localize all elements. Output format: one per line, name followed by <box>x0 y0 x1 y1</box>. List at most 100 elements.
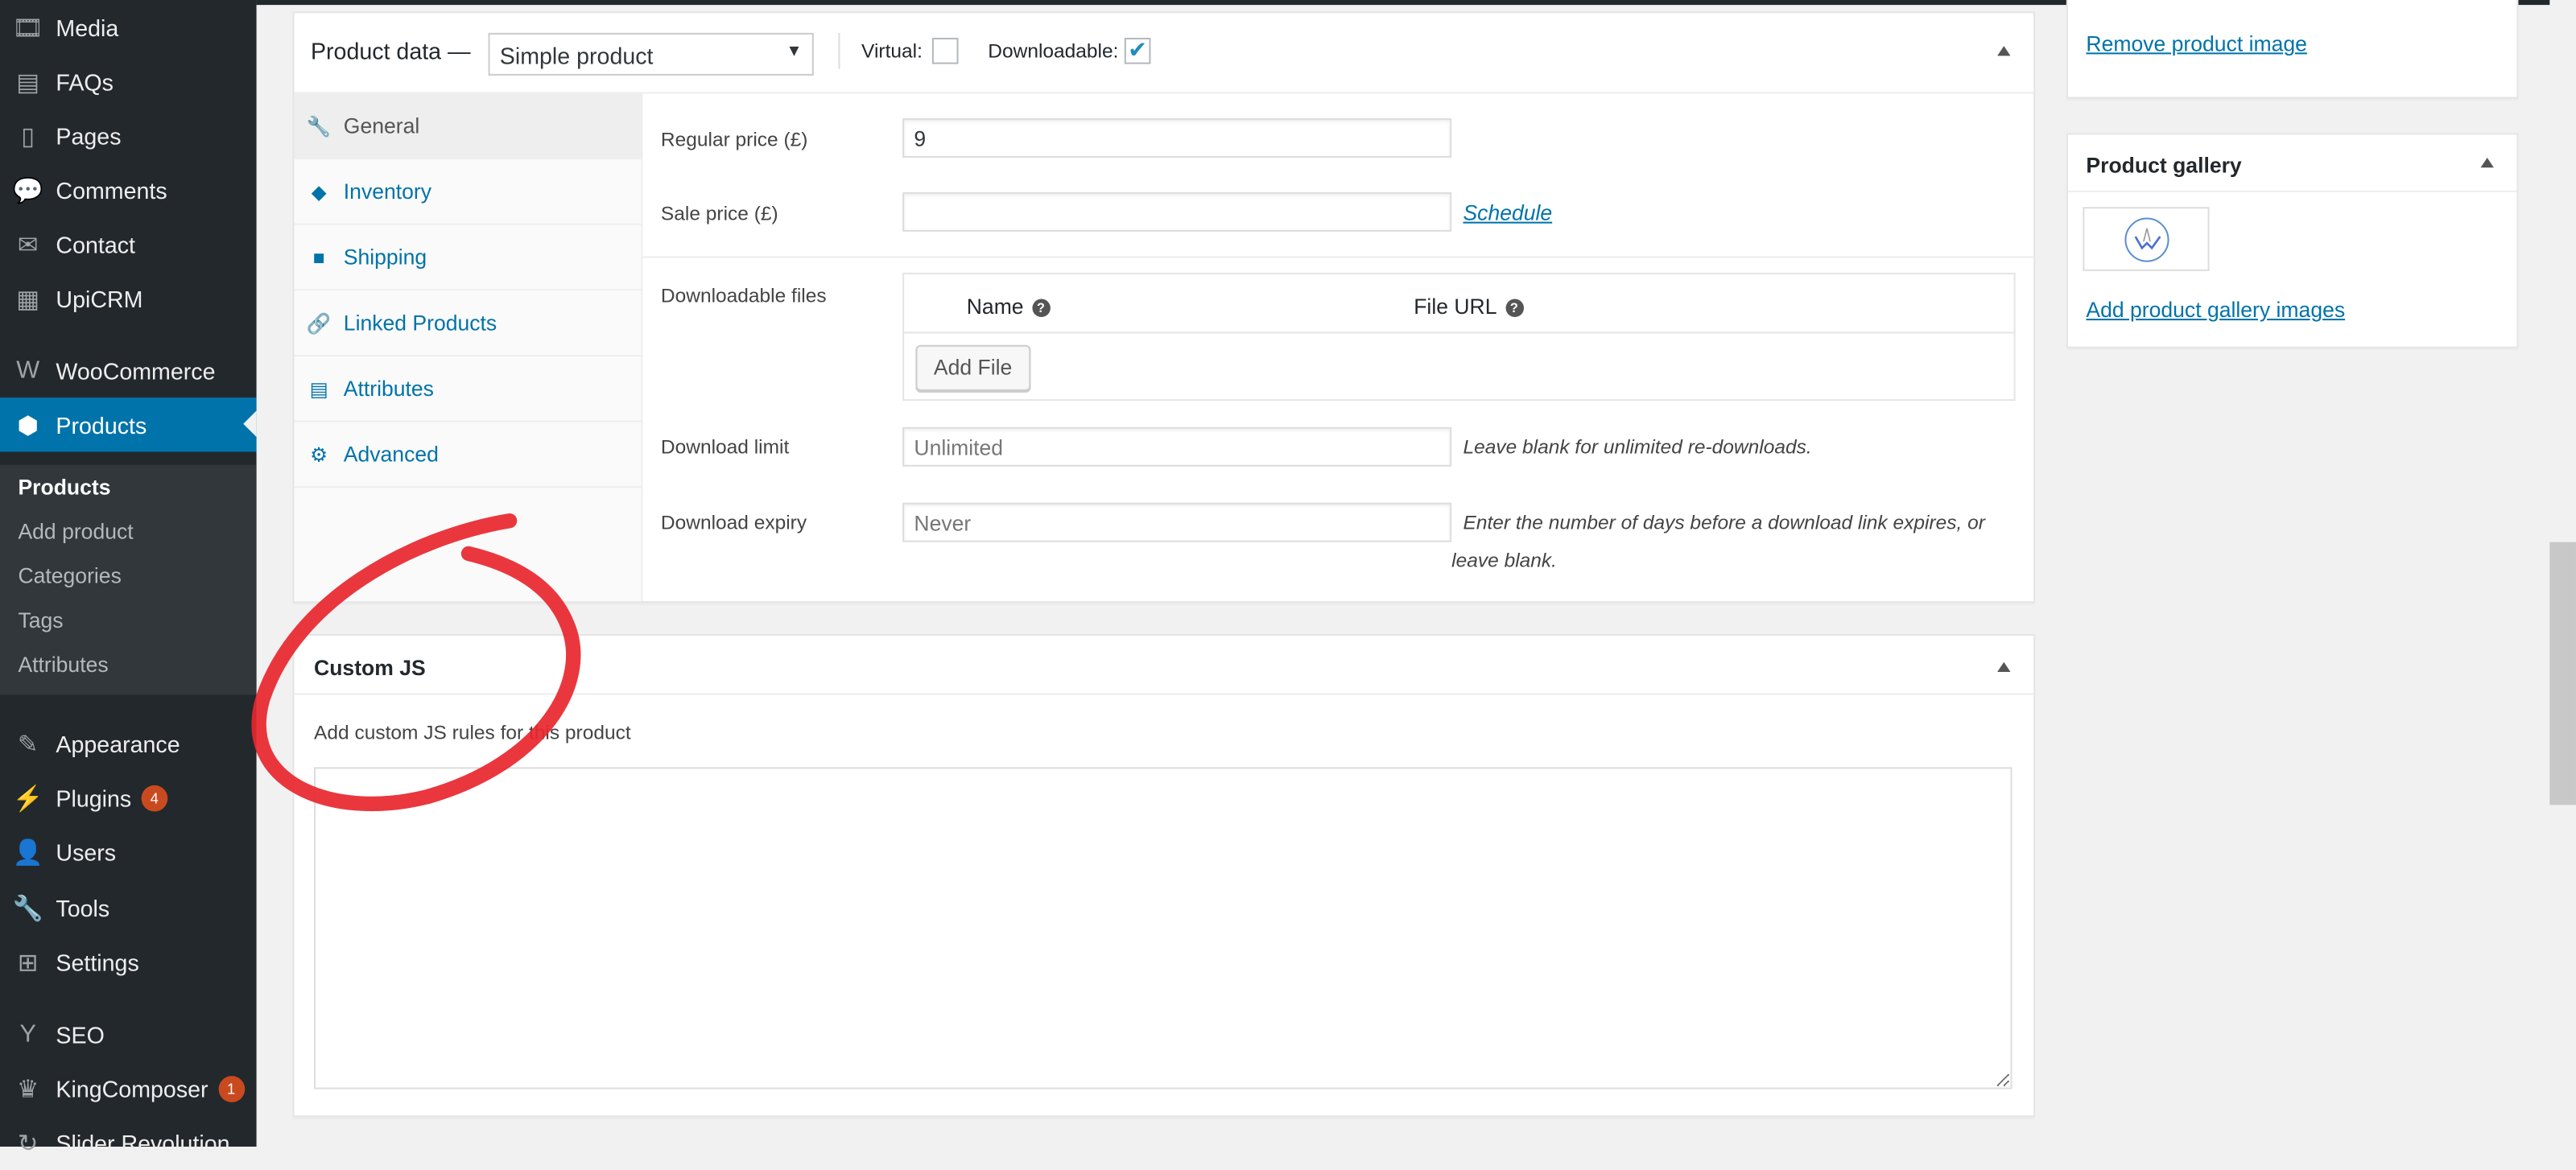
custom-js-title: Custom JS <box>314 655 426 681</box>
products-submenu: Products Add product Categories Tags Attribu… <box>0 464 257 695</box>
download-expiry-input[interactable]: Never <box>902 502 1452 542</box>
yoast-icon: Y <box>19 1020 36 1048</box>
mail-icon: ✉ <box>17 230 39 259</box>
tab-shipping[interactable]: ■ Shipping <box>294 225 642 291</box>
regular-price-label: Regular price (£) <box>660 128 808 151</box>
sidebar-item-label: Comments <box>56 176 167 204</box>
name-column-header: Name? <box>967 294 1051 319</box>
submenu-item-categories[interactable]: Categories <box>18 563 121 588</box>
sidebar-item-label: Plugins <box>56 784 132 811</box>
tab-label: Attributes <box>343 376 434 402</box>
tab-linked-products[interactable]: 🔗 Linked Products <box>294 290 642 357</box>
virtual-checkbox[interactable] <box>931 37 959 64</box>
add-file-button[interactable]: Add File <box>915 344 1030 391</box>
sidebar-item-upicrm[interactable]: ▦ UpiCRM <box>0 271 257 325</box>
download-expiry-hint: Enter the number of days before a downlo… <box>1463 510 1985 534</box>
sidebar-item-label: FAQs <box>56 68 114 95</box>
download-limit-input[interactable]: Unlimited <box>902 426 1452 467</box>
tab-inventory[interactable]: ◆ Inventory <box>294 159 642 225</box>
sidebar-item-plugins[interactable]: ⚡ Plugins 4 <box>0 770 257 824</box>
sidebar-item-faqs[interactable]: ▤ FAQs <box>0 54 257 108</box>
users-icon: 👤 <box>12 838 43 867</box>
sidebar-item-tools[interactable]: 🔧 Tools <box>0 880 257 934</box>
help-icon[interactable]: ? <box>1031 299 1051 318</box>
sidebar-item-label: Pages <box>56 122 122 149</box>
submenu-item-products[interactable]: Products <box>18 475 110 500</box>
pages-icon: ▯ <box>21 122 35 150</box>
tab-label: Shipping <box>343 245 427 270</box>
help-icon[interactable]: ? <box>1505 299 1524 318</box>
truck-icon: ■ <box>312 245 325 269</box>
upicrm-icon: ▦ <box>16 285 40 313</box>
submenu-item-add-product[interactable]: Add product <box>18 519 133 544</box>
sidebar-item-products[interactable]: ⬢ Products <box>0 398 257 452</box>
logo-icon <box>2124 217 2169 262</box>
tab-label: Linked Products <box>343 310 497 336</box>
add-gallery-images-link[interactable]: Add product gallery images <box>2086 298 2345 323</box>
product-image-box: Remove product image <box>2066 0 2519 99</box>
woo-icon: W <box>16 356 40 385</box>
sidebar-item-users[interactable]: 👤 Users <box>0 825 257 879</box>
sidebar-item-label: Slider Revolution <box>56 1129 230 1156</box>
update-count-badge: 1 <box>217 1075 245 1102</box>
page-scrollbar-thumb[interactable] <box>2549 542 2576 805</box>
schedule-link[interactable]: Schedule <box>1463 200 1552 225</box>
regular-price-input[interactable]: 9 <box>902 117 1452 158</box>
sidebar-item-label: KingComposer <box>56 1075 208 1102</box>
sidebar-item-label: Media <box>56 14 119 41</box>
collapse-toggle-icon[interactable] <box>1997 661 2011 672</box>
sidebar-item-kingcomposer[interactable]: ♛ KingComposer 1 <box>0 1061 257 1115</box>
virtual-label: Virtual: <box>861 39 923 63</box>
list-icon: ▤ <box>309 377 328 401</box>
downloadable-checkbox[interactable]: ✔ <box>1124 37 1151 64</box>
sidebar-item-settings[interactable]: ⊞ Settings <box>0 935 257 989</box>
media-icon: 🎞 <box>12 14 44 43</box>
sidebar-item-seo[interactable]: Y SEO <box>0 1007 257 1061</box>
brush-icon: ✎ <box>17 730 39 759</box>
sidebar-item-woocommerce[interactable]: W WooCommerce <box>0 344 257 398</box>
comments-icon: 💬 <box>12 176 43 205</box>
settings-icon: ⊞ <box>17 948 39 977</box>
download-limit-label: Download limit <box>660 435 790 459</box>
faq-icon: ▤ <box>16 68 40 97</box>
tab-label: Advanced <box>343 442 439 467</box>
tab-general[interactable]: 🔧 General <box>294 93 642 160</box>
submenu-item-tags[interactable]: Tags <box>18 608 63 632</box>
sale-price-input[interactable] <box>902 192 1452 232</box>
plugin-icon: ⚡ <box>12 784 43 813</box>
download-expiry-hint-2: leave blank. <box>1451 548 1557 572</box>
wrench-icon: 🔧 <box>12 894 43 923</box>
sidebar-item-appearance[interactable]: ✎ Appearance <box>0 716 257 770</box>
collapse-toggle-icon[interactable] <box>1997 46 2011 56</box>
gallery-title: Product gallery <box>2086 152 2242 178</box>
sidebar-item-pages[interactable]: ▯ Pages <box>0 109 257 163</box>
file-url-column-header: File URL? <box>1414 294 1524 319</box>
sidebar-item-contact[interactable]: ✉ Contact <box>0 216 257 270</box>
product-data-title: Product data — <box>310 37 471 64</box>
tab-advanced[interactable]: ⚙ Advanced <box>294 422 642 488</box>
product-type-select[interactable]: Simple product ▼ <box>488 32 814 76</box>
dropdown-arrow-icon: ▼ <box>786 43 803 61</box>
sidebar-item-label: Tools <box>56 894 110 921</box>
link-icon: 🔗 <box>306 311 332 335</box>
custom-js-description: Add custom JS rules for this product <box>314 721 631 744</box>
sidebar-item-slider-revolution[interactable]: ↻ Slider Revolution <box>0 1115 257 1169</box>
sidebar-item-label: WooCommerce <box>56 357 216 384</box>
custom-js-box: Custom JS Add custom JS rules for this p… <box>292 634 2036 1118</box>
product-gallery-box: Product gallery Add product gallery imag… <box>2066 133 2519 348</box>
gallery-thumbnail[interactable] <box>2083 207 2210 271</box>
tag-icon: ◆ <box>311 179 327 204</box>
download-expiry-label: Download expiry <box>660 510 807 534</box>
downloadable-files-label: Downloadable files <box>660 284 827 307</box>
sidebar-item-media[interactable]: 🎞 Media <box>0 0 257 54</box>
sidebar-item-comments[interactable]: 💬 Comments <box>0 163 257 216</box>
submenu-item-attributes[interactable]: Attributes <box>18 652 108 677</box>
custom-js-textarea[interactable] <box>314 767 2013 1090</box>
col-url: File URL <box>1414 294 1497 319</box>
collapse-toggle-icon[interactable] <box>2480 157 2494 168</box>
downloadable-label: Downloadable: <box>988 39 1119 63</box>
tab-label: Inventory <box>343 179 432 204</box>
remove-product-image-link[interactable]: Remove product image <box>2086 31 2306 56</box>
crown-icon: ♛ <box>16 1075 39 1103</box>
tab-attributes[interactable]: ▤ Attributes <box>294 356 642 422</box>
